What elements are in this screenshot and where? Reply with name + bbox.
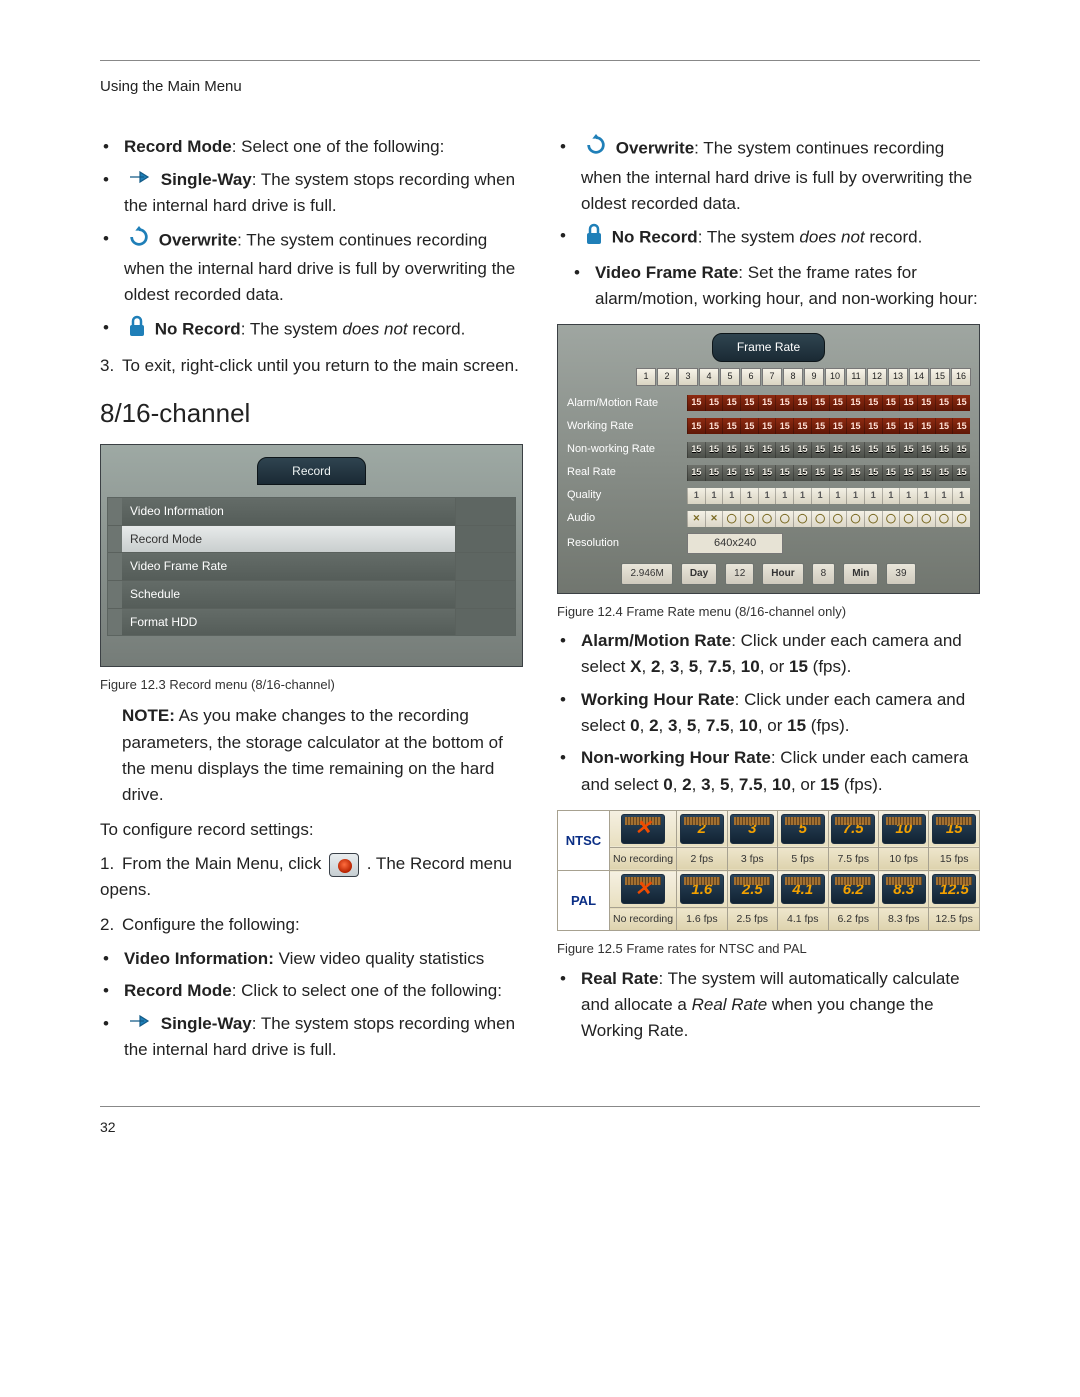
bullet-no-record: • No Record: The system does not record.: [100, 315, 523, 345]
left-column: • Record Mode: Select one of the followi…: [100, 128, 523, 1070]
figure-12-3-caption: Figure 12.3 Record menu (8/16-channel): [100, 675, 523, 695]
bullet-video-information: • Video Information: View video quality …: [100, 946, 523, 972]
bullet-record-mode: • Record Mode: Select one of the followi…: [100, 134, 523, 160]
single-way-icon: [128, 167, 152, 193]
fig4-footer-total: 2.946M: [621, 563, 672, 585]
fig3-row: Schedule: [108, 580, 515, 608]
bullet-overwrite-right: • Overwrite: The system continues record…: [557, 134, 980, 217]
bullet-single-way: • Single-Way: The system stops recording…: [100, 167, 523, 220]
fig3-ribbon: Record: [257, 457, 366, 486]
fig3-row: Format HDD: [108, 608, 515, 636]
step-2: 2.Configure the following:: [100, 912, 523, 938]
bullet-working-hour-rate: • Working Hour Rate: Click under each ca…: [557, 687, 980, 740]
subsection-title: 8/16-channel: [100, 393, 523, 433]
record-menu-icon: [329, 853, 359, 877]
fig3-row: Record Mode: [108, 525, 515, 553]
note-paragraph: NOTE: As you make changes to the recordi…: [122, 703, 523, 808]
figure-12-4-caption: Figure 12.4 Frame Rate menu (8/16-channe…: [557, 602, 980, 622]
record-mode-label: Record Mode: [124, 137, 232, 156]
figure-12-5-frame-rates-table: NTSC2357.51015No recording2 fps3 fps5 fp…: [557, 810, 980, 932]
overwrite-icon: [128, 226, 150, 256]
bullet-no-record-right: • No Record: The system does not record.: [557, 223, 980, 253]
bullet-video-frame-rate: • Video Frame Rate: Set the frame rates …: [571, 260, 980, 313]
right-column: • Overwrite: The system continues record…: [557, 128, 980, 1070]
running-head: Using the Main Menu: [100, 75, 980, 98]
no-record-lock-icon: [128, 315, 146, 345]
to-configure: To configure record settings:: [100, 817, 523, 843]
figure-12-4-frame-rate-menu: Frame Rate 12345678910111213141516 Alarm…: [557, 324, 980, 593]
overwrite-icon: [585, 134, 607, 164]
figure-12-3-record-menu: Record Video InformationRecord ModeVideo…: [100, 444, 523, 668]
bullet-record-mode-2: • Record Mode: Click to select one of th…: [100, 978, 523, 1004]
page-number: 32: [100, 1117, 980, 1139]
bullet-overwrite: • Overwrite: The system continues record…: [100, 226, 523, 309]
step-1: 1.From the Main Menu, click . The Record…: [100, 851, 523, 904]
fig3-row: Video Frame Rate: [108, 552, 515, 580]
fig3-row: Video Information: [108, 498, 515, 525]
bullet-alarm-motion-rate: • Alarm/Motion Rate: Click under each ca…: [557, 628, 980, 681]
bullet-non-working-hour-rate: • Non-working Hour Rate: Click under eac…: [557, 745, 980, 798]
step-3: 3.To exit, right-click until you return …: [100, 353, 523, 379]
figure-12-5-caption: Figure 12.5 Frame rates for NTSC and PAL: [557, 939, 980, 959]
bullet-single-way-2: • Single-Way: The system stops recording…: [100, 1011, 523, 1064]
bullet-real-rate: • Real Rate: The system will automatical…: [557, 966, 980, 1045]
single-way-icon: [128, 1011, 152, 1037]
no-record-lock-icon: [585, 223, 603, 253]
